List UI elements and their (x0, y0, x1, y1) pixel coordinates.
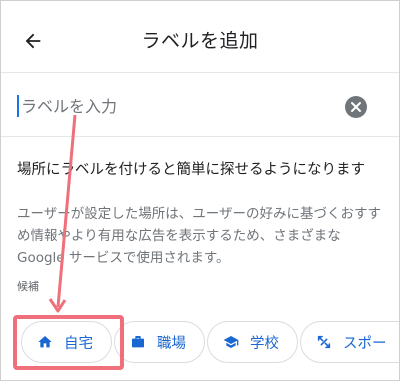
school-icon (222, 333, 240, 351)
candidates-label: 候補 (17, 280, 39, 293)
screen: ラベルを追加 場所にラベルを付けると簡単に探せるようになります ユーザーが設定し… (0, 0, 400, 381)
chip-label: スポー (343, 335, 387, 352)
chip-label: 職場 (157, 335, 186, 352)
app-bar: ラベルを追加 (1, 1, 399, 73)
chip-school[interactable]: 学校 (207, 321, 298, 363)
clear-icon (351, 102, 361, 112)
label-input[interactable] (21, 93, 321, 119)
label-input-row (1, 73, 399, 137)
fitness-icon (315, 333, 333, 351)
clear-button[interactable] (345, 96, 367, 118)
text-caret (17, 95, 19, 117)
page-title: ラベルを追加 (141, 30, 259, 52)
chip-sports[interactable]: スポー (300, 321, 399, 363)
chip-label: 学校 (250, 335, 279, 352)
info-heading: 場所にラベルを付けると簡単に探せるようになります (17, 162, 365, 178)
chip-work[interactable]: 職場 (114, 321, 205, 363)
annotation-highlight (13, 315, 124, 370)
info-description: ユーザーが設定した場所は、ユーザーの好みに基づくおすすめ情報やより有用な広告を表… (17, 206, 381, 266)
briefcase-icon (129, 333, 147, 351)
